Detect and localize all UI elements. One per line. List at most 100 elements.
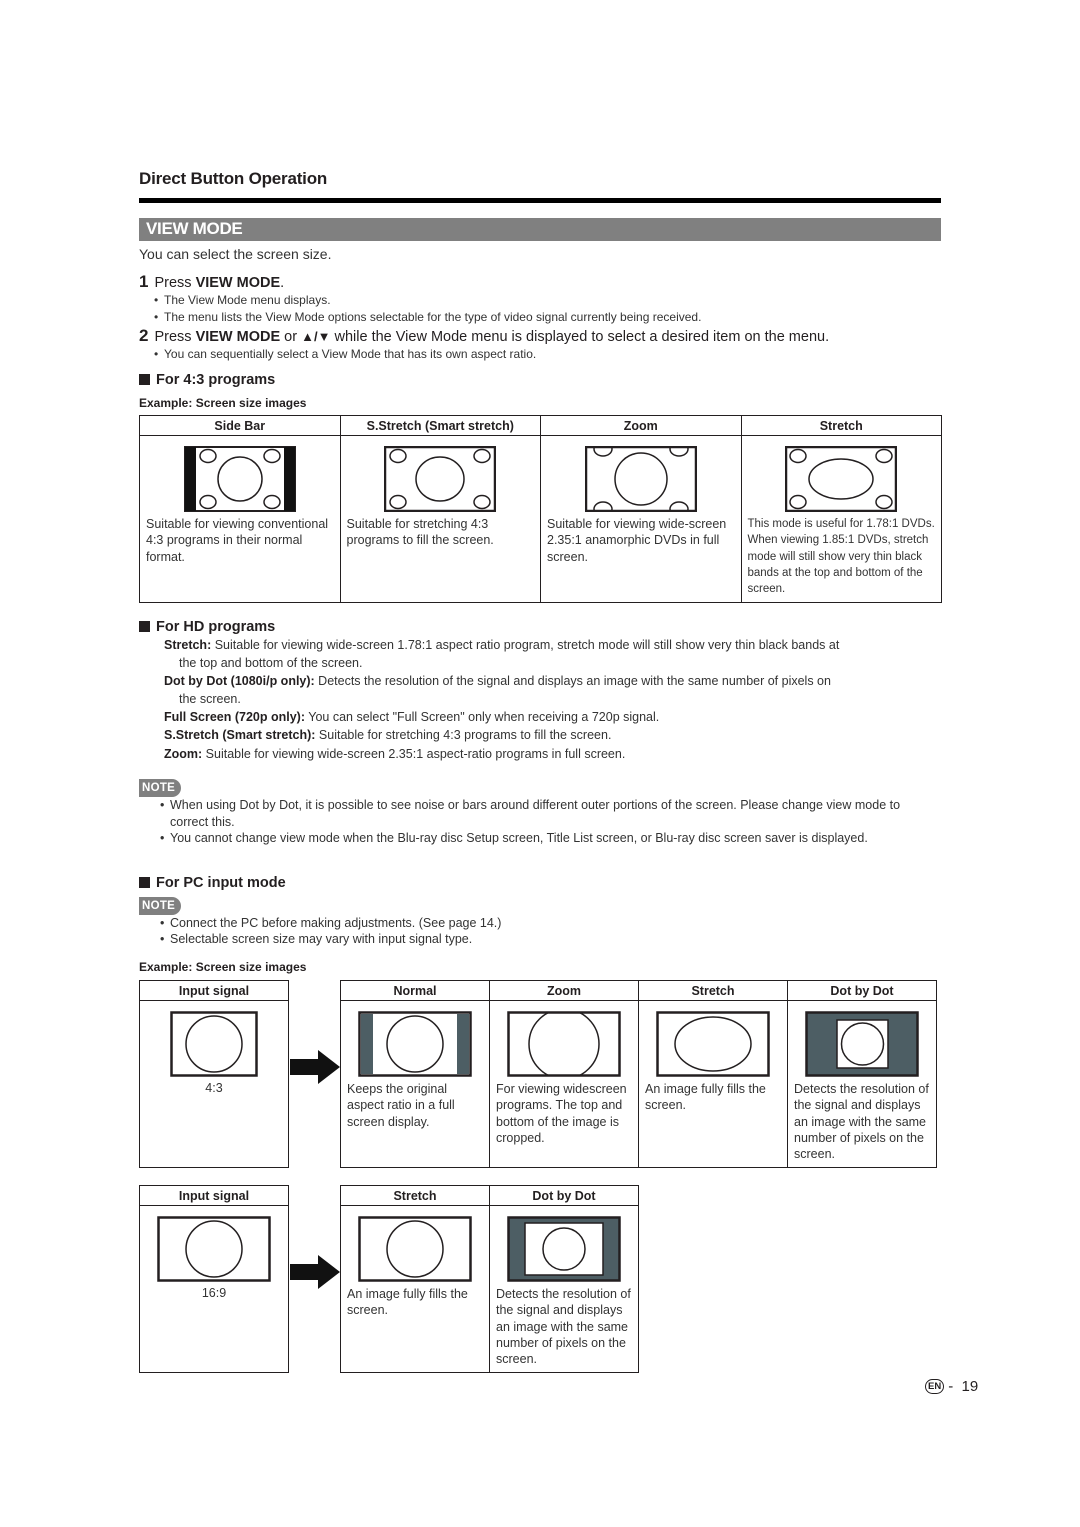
stretch-screen-icon (785, 446, 898, 512)
col-header: Stretch (638, 980, 788, 1001)
subhead-text: For 4:3 programs (156, 372, 276, 388)
step-text: . (280, 275, 285, 291)
normal-screen-icon (358, 1011, 472, 1077)
section-rule (139, 198, 941, 203)
step-1: 1 Press VIEW MODE. (139, 272, 284, 292)
table-cell: An image fully fills the screen. (340, 1205, 490, 1373)
cell-description: Suitable for viewing wide-screen 2.35:1 … (547, 517, 727, 564)
view-mode-heading-bar: VIEW MODE (139, 218, 941, 241)
col-header: Input signal (139, 980, 289, 1001)
table-cell: 16:9 (139, 1205, 289, 1373)
note-badge: NOTE (139, 897, 181, 915)
subhead-text: For PC input mode (156, 875, 286, 891)
arrow-right-icon (290, 1255, 340, 1289)
button-name: VIEW MODE (195, 275, 281, 291)
hd-item-text: You can select "Full Screen" only when r… (305, 710, 660, 724)
col-header: Zoom (489, 980, 639, 1001)
input-169-screen-icon (157, 1216, 271, 1282)
cell-description: Detects the resolution of the signal and… (794, 1082, 929, 1162)
table-cell: For viewing widescreen programs. The top… (489, 1000, 639, 1168)
col-header: Normal (340, 980, 490, 1001)
hd-item-label: Full Screen (720p only): (164, 710, 306, 724)
example-label: Example: Screen size images (139, 396, 307, 410)
button-name: VIEW MODE (195, 329, 281, 345)
hd-item-text: the top and bottom of the screen. (179, 656, 363, 670)
input-ratio: 16:9 (201, 1286, 227, 1300)
page-footer: EN - 19 (925, 1378, 978, 1395)
subhead-hd-programs: For HD programs (139, 619, 275, 635)
cell-description: Suitable for viewing conventional 4:3 pr… (146, 517, 329, 564)
col-header: Dot by Dot (489, 1185, 639, 1206)
dot-by-dot-screen-icon (507, 1216, 621, 1282)
section-title: Direct Button Operation (139, 169, 328, 188)
language-badge: EN (925, 1379, 945, 1394)
table-cell: Detects the resolution of the signal and… (489, 1205, 639, 1373)
zoom-screen-icon (584, 446, 697, 512)
step-2: 2 Press VIEW MODE or ▲/▼ while the View M… (139, 326, 829, 346)
square-bullet-icon (139, 374, 150, 385)
hd-item-text: Suitable for viewing wide-screen 2.35:1 … (202, 747, 626, 761)
table-output-43: Normal Zoom Stretch Dot by Dot Keeps the… (340, 980, 937, 1168)
cell-description: For viewing widescreen programs. The top… (496, 1082, 627, 1145)
hd-item-label: Zoom: (164, 747, 203, 761)
subhead-43-programs: For 4:3 programs (139, 372, 275, 388)
table-cell: Suitable for viewing conventional 4:3 pr… (139, 435, 341, 603)
step-2-bullet: You can sequentially select a View Mode … (154, 347, 536, 361)
subhead-pc-input: For PC input mode (139, 875, 286, 891)
hd-item-label: S.Stretch (Smart stretch): (164, 728, 316, 742)
table-cell: An image fully fills the screen. (638, 1000, 788, 1168)
hd-item-dot-by-dot: Dot by Dot (1080i/p only): Detects the r… (164, 672, 934, 708)
col-header: Stretch (340, 1185, 490, 1206)
step-text: while the View Mode menu is displayed to… (330, 329, 830, 345)
col-header: Input signal (139, 1185, 289, 1206)
step-text: Press (154, 329, 196, 345)
footer-separator: - (948, 1378, 954, 1395)
table-cell: 4:3 (139, 1000, 289, 1168)
col-header: S.Stretch (Smart stretch) (339, 415, 541, 436)
subhead-text: For HD programs (156, 619, 276, 635)
input-43-screen-icon (170, 1011, 258, 1077)
col-header: Zoom (540, 415, 742, 436)
step-1-bullet: The menu lists the View Mode options sel… (154, 310, 701, 324)
col-header: Dot by Dot (787, 980, 937, 1001)
hd-item-text: Suitable for stretching 4:3 programs to … (315, 728, 612, 742)
table-43-programs: Side Bar S.Stretch (Smart stretch) Zoom … (139, 415, 942, 603)
table-cell: Keeps the original aspect ratio in a ful… (340, 1000, 490, 1168)
side-bar-screen-icon (183, 446, 296, 512)
intro-text: You can select the screen size. (139, 246, 332, 262)
square-bullet-icon (139, 621, 150, 632)
note-item: You cannot change view mode when the Blu… (160, 830, 930, 847)
step-text: Press (154, 275, 196, 291)
cell-description: An image fully fills the screen. (645, 1082, 766, 1113)
zoom-screen-icon (507, 1011, 621, 1077)
note-item: When using Dot by Dot, it is possible to… (160, 797, 930, 830)
table-cell: This mode is useful for 1.78:1 DVDs. Whe… (740, 435, 942, 603)
table-cell: Detects the resolution of the signal and… (787, 1000, 937, 1168)
hd-item-stretch: Stretch: Suitable for viewing wide-scree… (164, 636, 934, 672)
cell-description: Keeps the original aspect ratio in a ful… (347, 1082, 455, 1129)
col-header: Side Bar (139, 415, 341, 436)
cell-description: This mode is useful for 1.78:1 DVDs. Whe… (747, 518, 935, 596)
input-ratio: 4:3 (205, 1081, 223, 1095)
hd-item-zoom: Zoom: Suitable for viewing wide-screen 2… (164, 745, 934, 763)
example-label: Example: Screen size images (139, 960, 307, 974)
hd-item-label: Stretch: (164, 638, 212, 652)
view-mode-heading: VIEW MODE (146, 219, 243, 238)
note-item: Selectable screen size may vary with inp… (160, 931, 930, 948)
table-input-169: Input signal 16:9 (139, 1185, 289, 1373)
step-number: 1 (139, 272, 149, 291)
stretch-screen-icon (358, 1216, 472, 1282)
step-text: or (280, 329, 302, 345)
table-input-43: Input signal 4:3 (139, 980, 289, 1168)
cell-description: An image fully fills the screen. (347, 1287, 468, 1318)
stretch-screen-icon (656, 1011, 770, 1077)
cell-description: Detects the resolution of the signal and… (496, 1287, 631, 1367)
hd-item-smart-stretch: S.Stretch (Smart stretch): Suitable for … (164, 726, 934, 744)
step-number: 2 (139, 326, 149, 345)
table-cell: Suitable for viewing wide-screen 2.35:1 … (540, 435, 742, 603)
square-bullet-icon (139, 877, 150, 888)
note-badge: NOTE (139, 779, 181, 797)
up-down-arrow-icon: ▲/▼ (301, 329, 331, 344)
page-number: 19 (961, 1378, 979, 1395)
hd-item-full-screen: Full Screen (720p only): You can select … (164, 708, 934, 726)
